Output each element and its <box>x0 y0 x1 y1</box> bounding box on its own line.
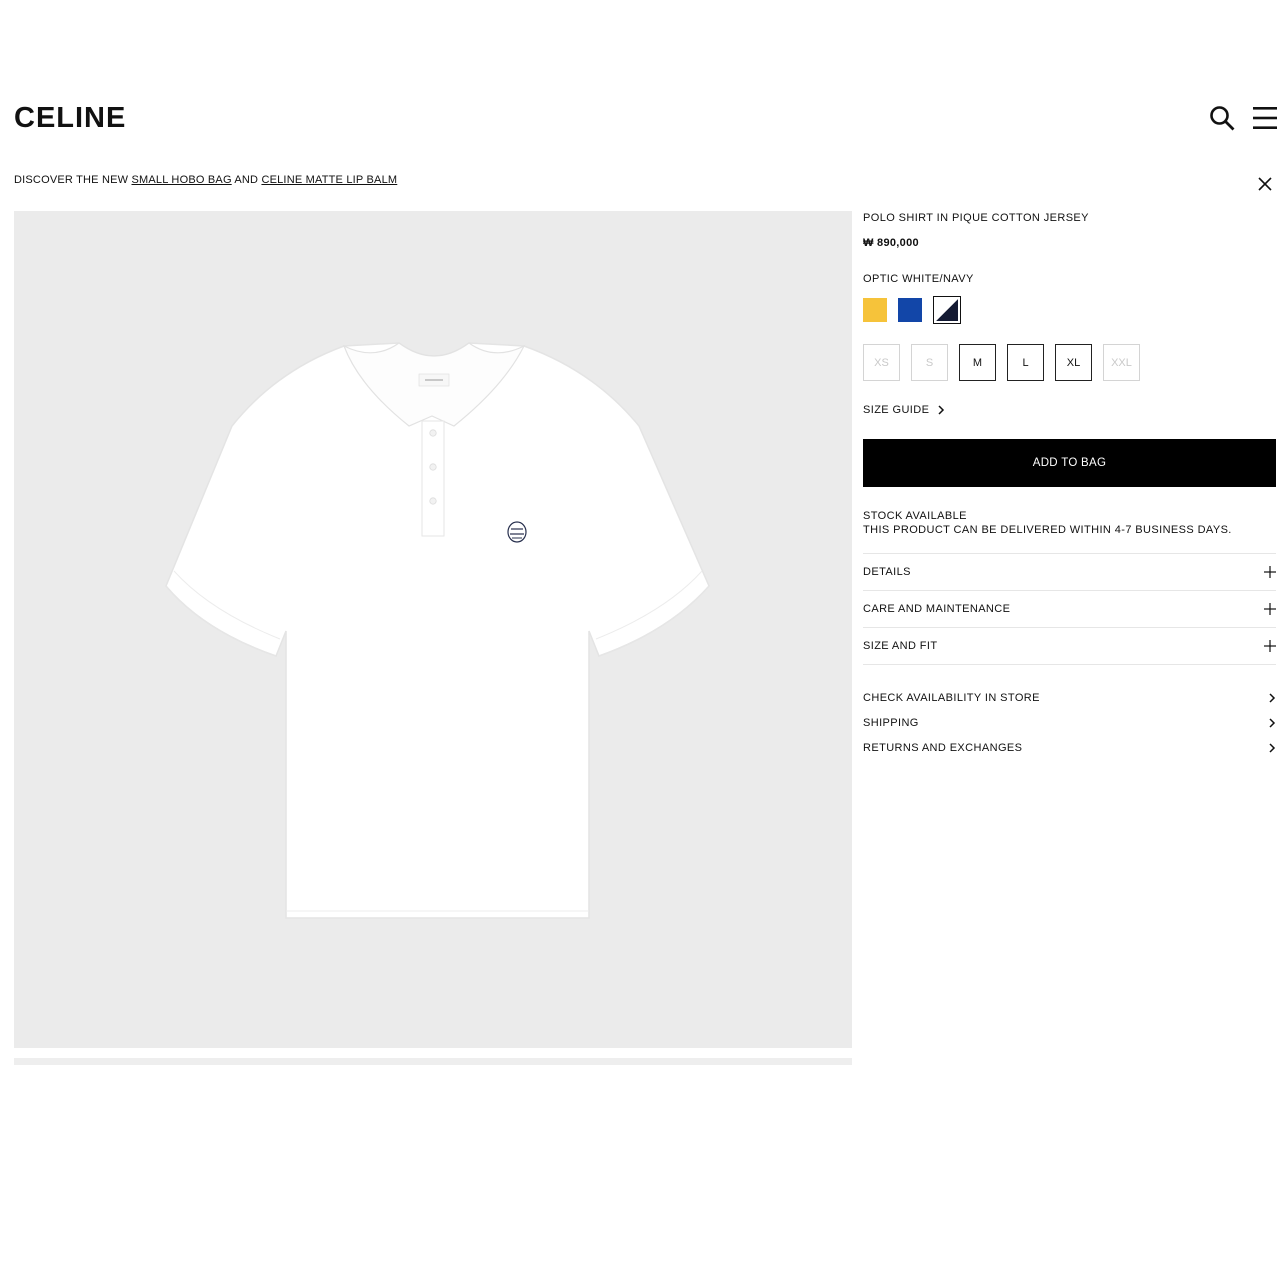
service-links: CHECK AVAILABILITY IN STORE SHIPPING RET… <box>863 685 1276 760</box>
selected-color-name: OPTIC WHITE/NAVY <box>863 273 974 285</box>
product-info: POLO SHIRT IN PIQUE COTTON JERSEY ₩ 890,… <box>863 211 1276 760</box>
size-option-xxl[interactable]: XXL <box>1103 344 1140 381</box>
chevron-right-icon <box>1269 742 1276 753</box>
product-page: CELINE DISCOVER THE NEW SMALL HOBO BAG A… <box>0 0 1280 1280</box>
color-swatches <box>863 296 1276 324</box>
close-icon[interactable] <box>1256 175 1274 193</box>
size-option-l[interactable]: L <box>1007 344 1044 381</box>
link-returns[interactable]: RETURNS AND EXCHANGES <box>863 735 1276 760</box>
accordion-size-fit[interactable]: SIZE AND FIT <box>863 628 1276 665</box>
size-option-s[interactable]: S <box>911 344 948 381</box>
add-to-bag-button[interactable]: ADD TO BAG <box>863 439 1276 487</box>
banner-link-small-hobo-bag[interactable]: SMALL HOBO BAG <box>132 174 232 186</box>
accordion-care[interactable]: CARE AND MAINTENANCE <box>863 591 1276 628</box>
size-option-m[interactable]: M <box>959 344 996 381</box>
accordion-care-label: CARE AND MAINTENANCE <box>863 603 1011 615</box>
product-price: ₩ 890,000 <box>863 237 919 249</box>
size-guide-link[interactable]: SIZE GUIDE <box>863 403 1276 417</box>
swatch-optic-white-navy[interactable] <box>933 296 961 324</box>
product-accordion: DETAILS CARE AND MAINTENANCE SIZE AND FI… <box>863 553 1276 665</box>
link-check-availability-label: CHECK AVAILABILITY IN STORE <box>863 691 1040 704</box>
size-option-xs[interactable]: XS <box>863 344 900 381</box>
image-scrollbar[interactable] <box>14 1058 852 1065</box>
size-selector: XS S M L XL XXL <box>863 344 1276 381</box>
accordion-details-label: DETAILS <box>863 566 911 578</box>
link-shipping-label: SHIPPING <box>863 716 919 729</box>
accordion-details[interactable]: DETAILS <box>863 554 1276 591</box>
chevron-right-icon <box>938 405 945 415</box>
accordion-size-fit-label: SIZE AND FIT <box>863 640 938 652</box>
celine-logo[interactable]: CELINE <box>14 100 126 136</box>
banner-middle: AND <box>231 174 262 186</box>
plus-icon <box>1264 603 1276 615</box>
delivery-info: THIS PRODUCT CAN BE DELIVERED WITHIN 4-7… <box>863 524 1232 536</box>
swatch-yellow[interactable] <box>863 298 887 322</box>
banner-prefix: DISCOVER THE NEW <box>14 174 132 186</box>
link-check-availability[interactable]: CHECK AVAILABILITY IN STORE <box>863 685 1276 710</box>
plus-icon <box>1264 566 1276 578</box>
chevron-right-icon <box>1269 692 1276 703</box>
product-title: POLO SHIRT IN PIQUE COTTON JERSEY <box>863 212 1089 224</box>
search-icon[interactable] <box>1209 105 1235 131</box>
size-option-xl[interactable]: XL <box>1055 344 1092 381</box>
swatch-blue[interactable] <box>898 298 922 322</box>
link-shipping[interactable]: SHIPPING <box>863 710 1276 735</box>
stock-status: STOCK AVAILABLE <box>863 510 967 522</box>
size-guide-label: SIZE GUIDE <box>863 404 930 416</box>
polo-shirt-image <box>165 342 710 919</box>
banner-link-lip-balm[interactable]: CELINE MATTE LIP BALM <box>261 174 397 186</box>
promo-banner: DISCOVER THE NEW SMALL HOBO BAG AND CELI… <box>14 174 397 186</box>
plus-icon <box>1264 640 1276 652</box>
link-returns-label: RETURNS AND EXCHANGES <box>863 741 1023 754</box>
product-image[interactable] <box>14 211 852 1048</box>
chevron-right-icon <box>1269 717 1276 728</box>
hamburger-menu-icon[interactable] <box>1253 106 1277 130</box>
stock-info: STOCK AVAILABLE THIS PRODUCT CAN BE DELI… <box>863 509 1276 537</box>
